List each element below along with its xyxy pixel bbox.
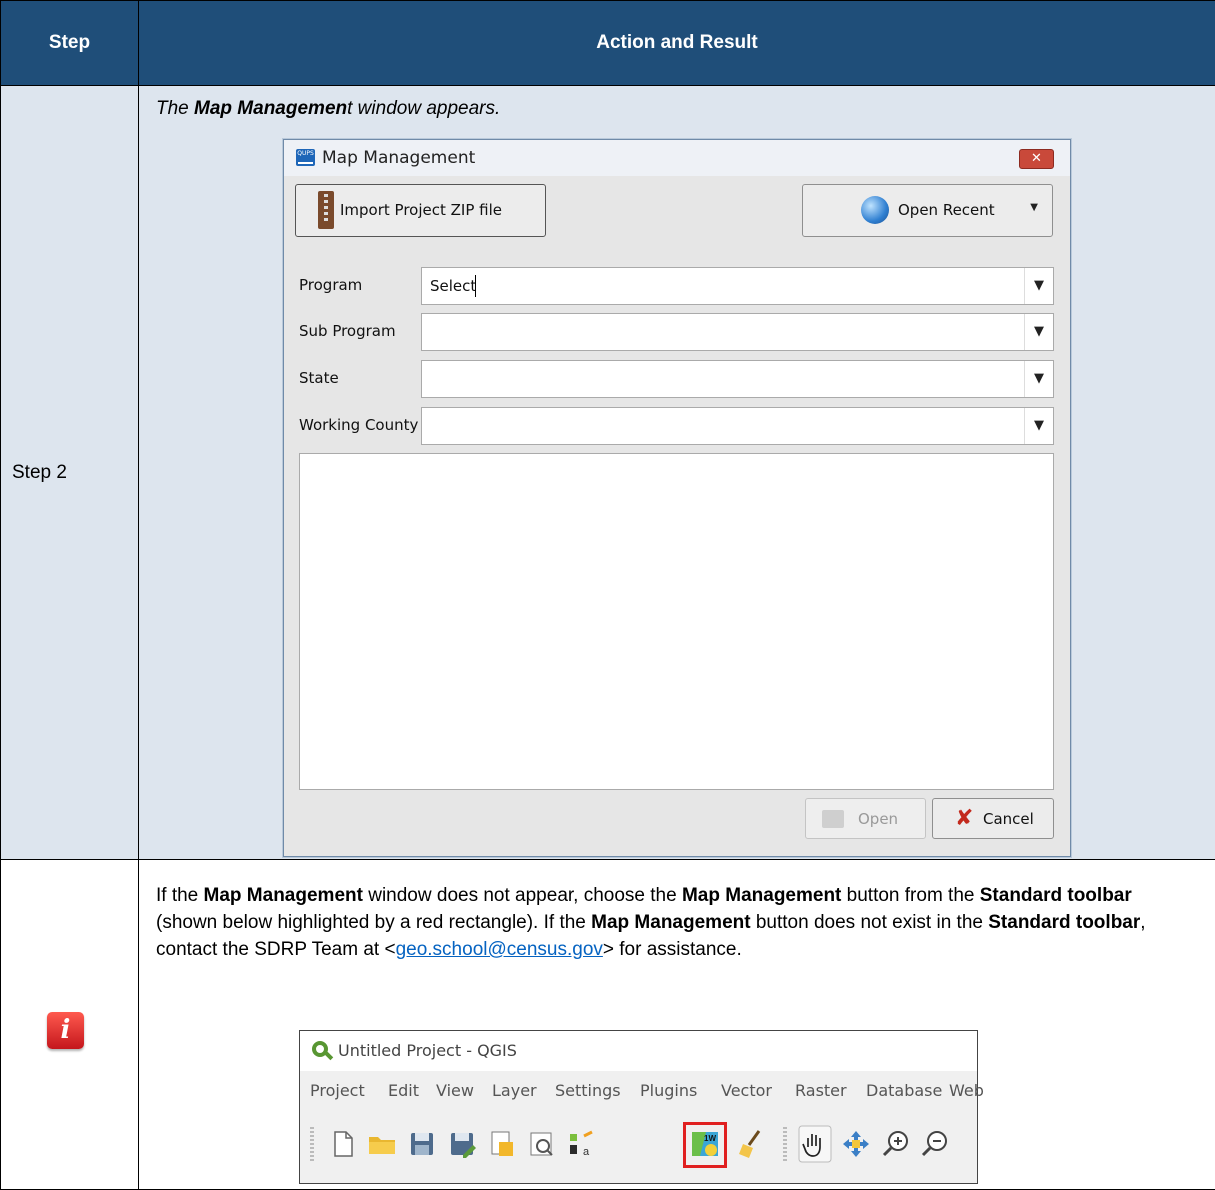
state-select[interactable]: ▼ xyxy=(421,360,1054,398)
program-select[interactable]: Select ▼ xyxy=(421,267,1054,305)
sub-program-select[interactable]: ▼ xyxy=(421,313,1054,351)
menu-raster[interactable]: Raster xyxy=(795,1081,847,1100)
menu-vector[interactable]: Vector xyxy=(721,1081,772,1100)
header-action: Action and Result xyxy=(139,1,1215,86)
menu-edit[interactable]: Edit xyxy=(388,1081,419,1100)
zoom-in-icon[interactable] xyxy=(881,1128,911,1160)
chevron-down-icon[interactable]: ▼ xyxy=(1024,361,1053,397)
info-paragraph: If the Map Management window does not ap… xyxy=(156,882,1196,963)
chevron-down-icon[interactable]: ▼ xyxy=(1024,268,1053,304)
dialog-titlebar[interactable]: QUPS Map Management ✕ xyxy=(284,140,1070,176)
import-project-zip-button[interactable]: Import Project ZIP file xyxy=(295,184,546,237)
style-manager-icon[interactable]: a xyxy=(566,1128,596,1160)
qgis-title: Untitled Project - QGIS xyxy=(338,1041,517,1060)
pan-hand-icon[interactable] xyxy=(798,1125,832,1163)
table-header-row: Step Action and Result xyxy=(1,1,1215,86)
intro-bold: Map Managemen xyxy=(194,98,347,119)
new-project-icon[interactable] xyxy=(328,1128,358,1160)
dialog-title: Map Management xyxy=(322,148,475,168)
step-label: Step 2 xyxy=(1,86,139,860)
toolbar-grip[interactable] xyxy=(310,1127,314,1163)
working-county-label: Working County xyxy=(299,416,418,434)
qgis-window-screenshot: Untitled Project - QGIS Project Edit Vie… xyxy=(299,1030,978,1184)
close-button[interactable]: ✕ xyxy=(1019,149,1054,169)
project-templates-icon[interactable] xyxy=(487,1128,517,1160)
menu-view[interactable]: View xyxy=(436,1081,474,1100)
menu-database[interactable]: Database xyxy=(866,1081,942,1100)
menu-settings[interactable]: Settings xyxy=(555,1081,621,1100)
gups-app-icon: QUPS xyxy=(296,149,315,166)
open-recent-button[interactable]: Open Recent ▼ xyxy=(802,184,1053,237)
zip-file-icon xyxy=(318,191,334,229)
open-recent-label: Open Recent xyxy=(898,201,995,219)
working-county-select[interactable]: ▼ xyxy=(421,407,1054,445)
email-link[interactable]: geo.school@census.gov xyxy=(396,939,603,960)
project-list-area[interactable] xyxy=(299,453,1054,790)
qgis-logo-icon xyxy=(312,1041,328,1057)
broom-icon[interactable] xyxy=(737,1128,767,1160)
open-folder-icon[interactable] xyxy=(367,1128,397,1160)
qgis-titlebar: Untitled Project - QGIS xyxy=(300,1031,977,1071)
import-label: Import Project ZIP file xyxy=(340,201,502,219)
table-row: Step 2 The Map Management window appears… xyxy=(1,86,1215,860)
cancel-button[interactable]: ✘ Cancel xyxy=(932,798,1054,839)
menu-layer[interactable]: Layer xyxy=(492,1081,537,1100)
save-as-icon[interactable] xyxy=(447,1128,477,1160)
open-label: Open xyxy=(858,810,898,828)
toolbar-grip[interactable] xyxy=(783,1127,787,1163)
open-button[interactable]: Open xyxy=(805,798,926,839)
map-management-icon[interactable]: 1W xyxy=(690,1128,720,1160)
header-step: Step xyxy=(1,1,139,86)
svg-text:1W: 1W xyxy=(704,1134,716,1143)
svg-text:a: a xyxy=(583,1146,590,1158)
step-intro-text: The Map Management window appears. xyxy=(156,98,500,120)
program-value: Select xyxy=(430,277,476,295)
qgis-menubar: Project Edit View Layer Settings Plugins… xyxy=(300,1071,977,1109)
sub-program-label: Sub Program xyxy=(299,322,396,340)
globe-icon xyxy=(861,196,889,224)
dropdown-arrow-icon[interactable]: ▼ xyxy=(1030,202,1038,213)
standard-toolbar: a 1W xyxy=(300,1109,977,1183)
instruction-table: Step Action and Result Step 2 The Map Ma… xyxy=(0,0,1215,1190)
cancel-x-icon: ✘ xyxy=(955,806,973,831)
pan-to-selection-icon[interactable] xyxy=(841,1128,871,1160)
info-icon: i xyxy=(47,1012,84,1049)
step-content: The Map Management window appears. QUPS … xyxy=(139,86,1215,860)
program-label: Program xyxy=(299,276,362,294)
menu-web[interactable]: Web xyxy=(949,1081,984,1100)
table-row: i If the Map Management window does not … xyxy=(1,860,1215,1190)
folder-icon xyxy=(822,810,844,828)
print-layout-icon[interactable] xyxy=(526,1128,556,1160)
menu-project[interactable]: Project xyxy=(310,1081,365,1100)
state-label: State xyxy=(299,369,339,387)
zoom-out-icon[interactable] xyxy=(920,1128,950,1160)
text-caret xyxy=(475,275,476,297)
map-management-dialog: QUPS Map Management ✕ Import Project ZIP… xyxy=(283,139,1071,857)
cancel-label: Cancel xyxy=(983,810,1034,828)
chevron-down-icon[interactable]: ▼ xyxy=(1024,408,1053,444)
chevron-down-icon[interactable]: ▼ xyxy=(1024,314,1053,350)
info-icon-cell: i xyxy=(1,860,139,1190)
info-content: If the Map Management window does not ap… xyxy=(139,860,1215,1190)
menu-plugins[interactable]: Plugins xyxy=(640,1081,697,1100)
save-icon[interactable] xyxy=(407,1128,437,1160)
